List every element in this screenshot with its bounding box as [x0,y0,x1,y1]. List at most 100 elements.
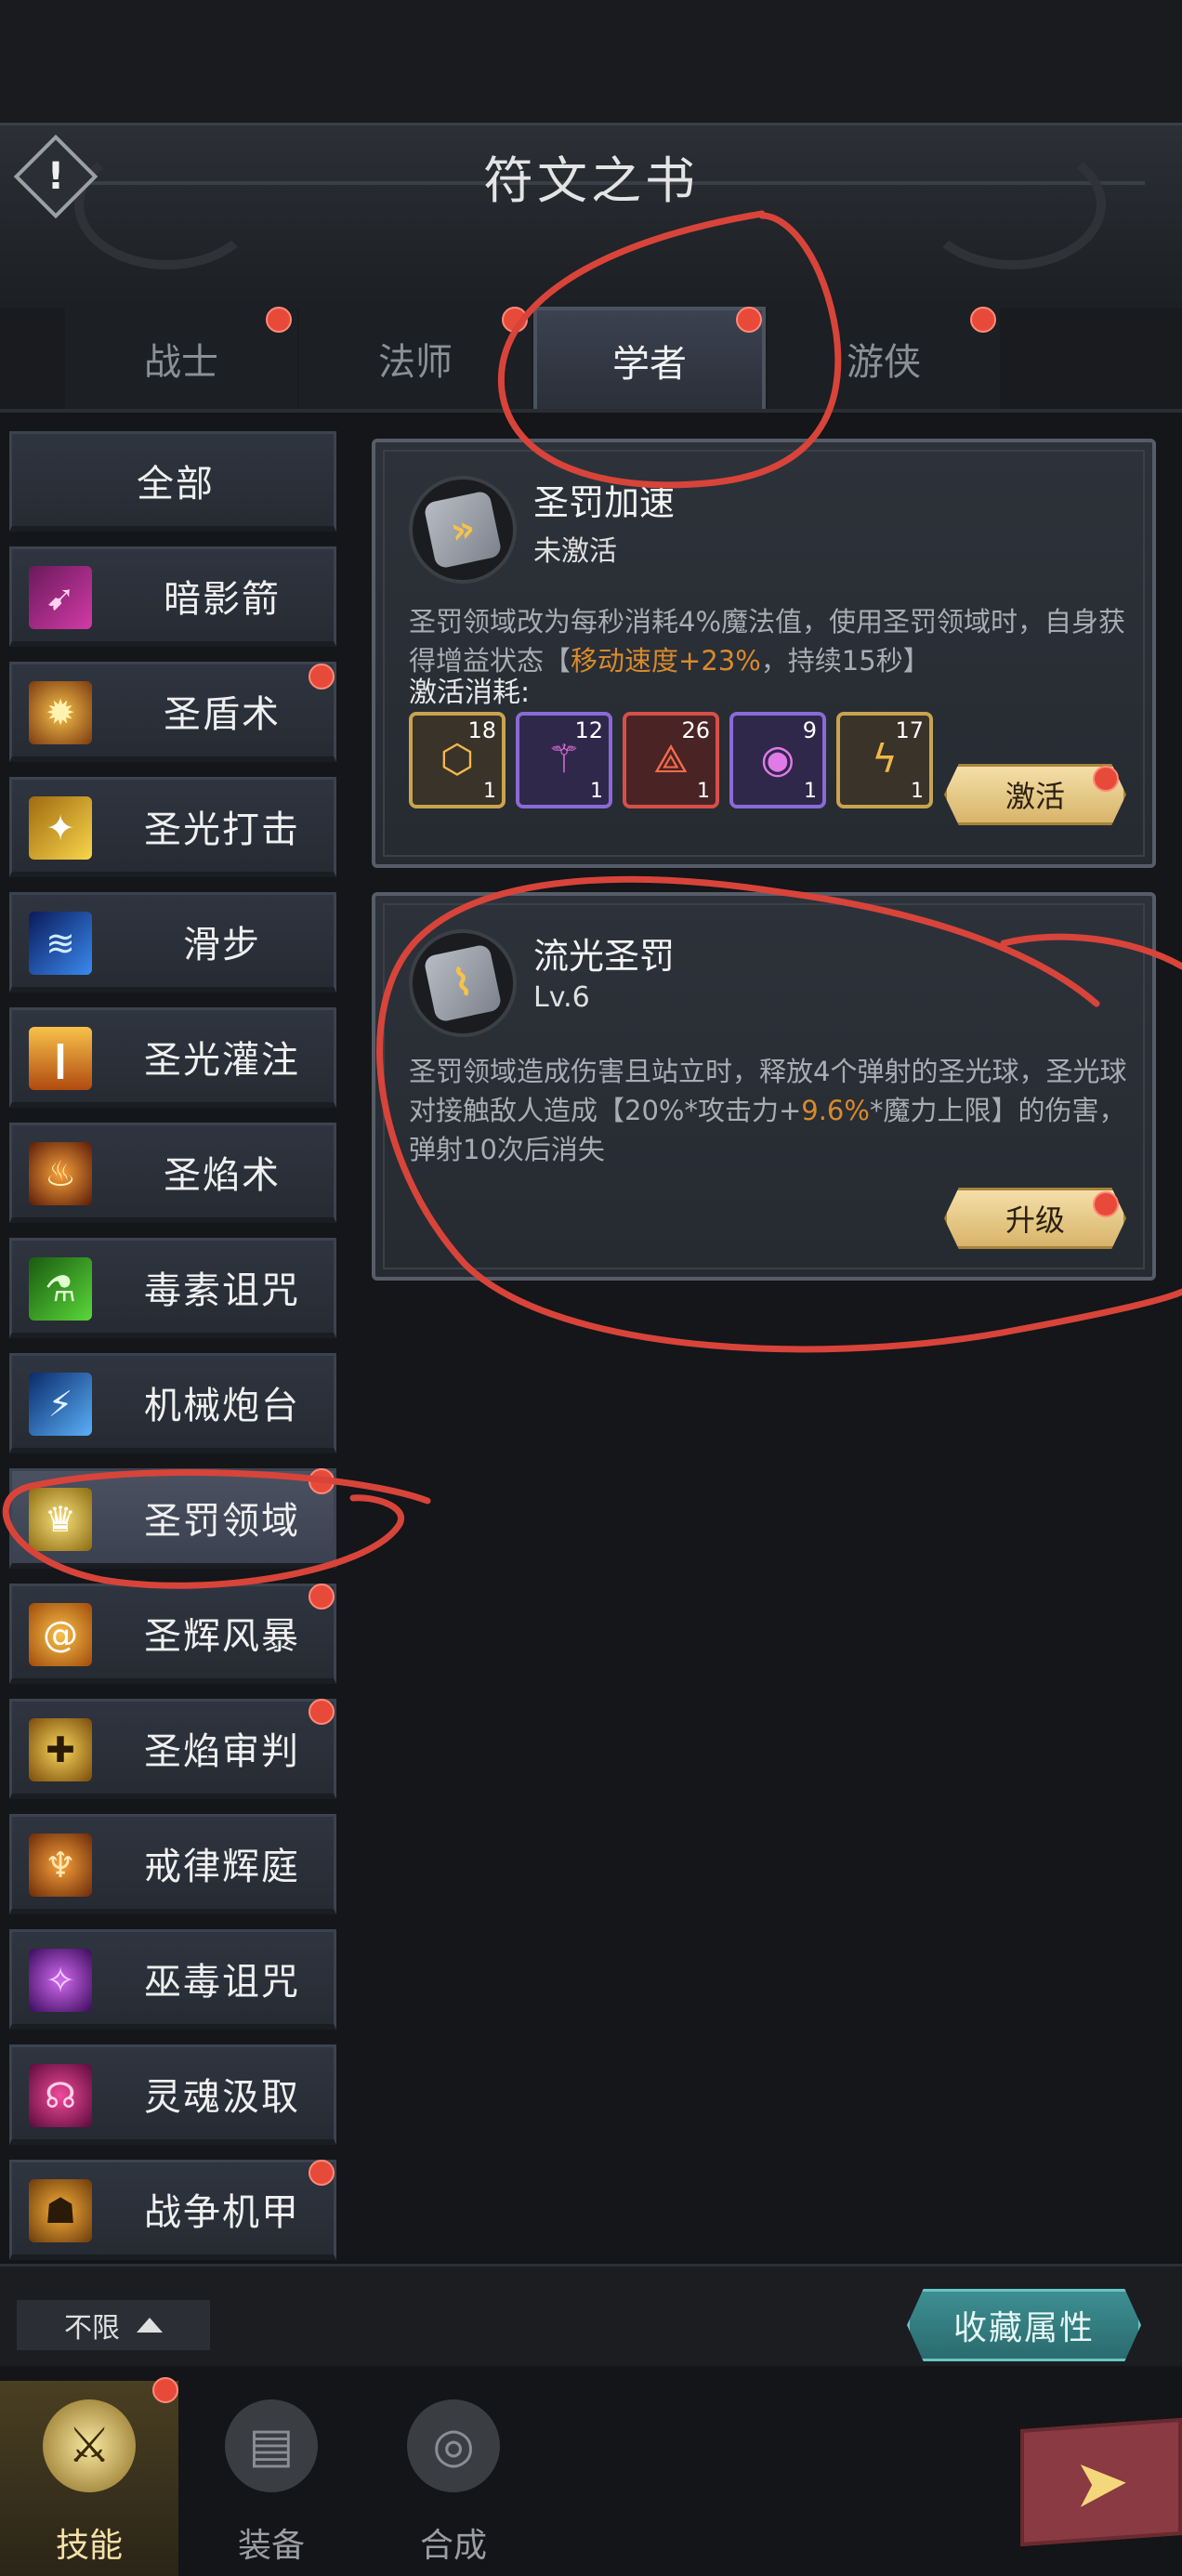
notification-dot [309,1468,335,1494]
sidebar-item-poison-curse[interactable]: ⚗ 毒素诅咒 [9,1238,336,1338]
collect-attributes-button[interactable]: 收藏属性 [907,2289,1141,2361]
rune-icon: ⌇ [409,929,517,1037]
sidebar-item-label: 巫毒诅咒 [144,1961,300,2004]
material-owned: 1 [697,780,710,803]
rune-card-streaming-holy-punish: ⌇ 流光圣罚 Lv.6 圣罚领域造成伤害且站立时，释放4个弹射的圣光球，圣光球对… [372,892,1156,1281]
notification-dot [970,307,996,333]
equipment-icon: ▤ [225,2399,318,2492]
sidebar-item-label: 圣焰审判 [144,1730,300,1773]
holy-flame-icon: ♨ [29,1142,92,1205]
slide-step-icon: ≋ [29,912,92,975]
holy-shield-icon: ✹ [29,681,92,744]
sidebar-item-label: 灵魂汲取 [144,2076,300,2119]
material-owned: 1 [804,780,817,803]
holy-storm-icon: @ [29,1603,92,1666]
sidebar-item-soul-drain[interactable]: ☊ 灵魂汲取 [9,2044,336,2145]
sidebar-item-all[interactable]: 全部 [9,431,336,532]
desc-text: ，持续15秒】 [760,645,930,677]
holy-judgement-icon: ✚ [29,1718,92,1781]
synthesis-icon: ◎ [407,2399,500,2492]
nav-tab-skills[interactable]: ⚔ 技能 [0,2381,178,2576]
sword-skill-icon: ⚔ [43,2399,136,2492]
shadow-arrow-icon: ➹ [29,566,92,629]
notification-dot [152,2377,178,2403]
notification-dot [502,307,528,333]
material-slot[interactable]: ⬡ 18 1 [409,712,506,808]
nav-tab-label: 装备 [237,2527,305,2565]
sidebar-item-label: 滑步 [183,924,261,966]
material-slot[interactable]: ⟁ 26 1 [623,712,719,808]
sidebar-item-holy-storm[interactable]: @ 圣辉风暴 [9,1584,336,1684]
sidebar-item-discipline-court[interactable]: ♆ 戒律辉庭 [9,1814,336,1914]
sidebar-item-holy-infusion[interactable]: ❙ 圣光灌注 [9,1007,336,1108]
filter-bar: 不限 收藏属性 [0,2264,1182,2366]
tab-ranger[interactable]: 游侠 [768,307,1000,411]
skill-sidebar: 全部 ➹ 暗影箭 ✹ 圣盾术 ✦ 圣光打击 ≋ 滑步 ❙ 圣光灌注 ♨ 圣焰术 … [9,431,336,2262]
material-required: 18 [467,717,496,743]
notification-dot [309,2160,335,2186]
mech-turret-icon: ⚡ [29,1373,92,1436]
voodoo-curse-icon: ✧ [29,1949,92,2012]
material-required: 26 [681,717,710,743]
sidebar-item-voodoo-curse[interactable]: ✧ 巫毒诅咒 [9,1929,336,2030]
notification-dot [736,307,762,333]
rune-name: 圣罚加速 [533,482,676,523]
rune-stone-icon: » [423,490,503,570]
material-slot[interactable]: ⚚ 12 1 [516,712,612,808]
notification-dot [1093,766,1119,792]
sidebar-item-label: 毒素诅咒 [144,1269,300,1312]
sidebar-item-holy-strike[interactable]: ✦ 圣光打击 [9,777,336,877]
desc-highlight: 9.6% [801,1095,870,1126]
holy-strike-icon: ✦ [29,796,92,860]
sidebar-item-label: 圣盾术 [164,693,281,736]
material-required: 9 [802,717,817,743]
sidebar-item-label: 圣罚领域 [144,1500,300,1543]
sidebar-item-holy-judgement[interactable]: ✚ 圣焰审判 [9,1699,336,1799]
rune-card-holy-punish-haste: » 圣罚加速 未激活 圣罚领域改为每秒消耗4%魔法值，使用圣罚领域时，自身获得增… [372,439,1156,868]
notification-dot [1093,1191,1119,1217]
material-owned: 1 [911,780,924,803]
nav-tab-equipment[interactable]: ▤ 装备 [182,2381,361,2576]
nav-tab-label: 技能 [55,2527,123,2565]
sidebar-item-label: 暗影箭 [164,578,281,621]
sidebar-item-shadow-arrow[interactable]: ➹ 暗影箭 [9,546,336,647]
sidebar-item-holy-punish-field[interactable]: ♛ 圣罚领域 [9,1468,336,1569]
tab-scholar[interactable]: 学者 [533,307,766,411]
sidebar-item-war-mech[interactable]: ☗ 战争机甲 [9,2160,336,2260]
war-mech-icon: ☗ [29,2179,92,2242]
tab-mage[interactable]: 法师 [299,307,532,411]
rune-icon: » [409,476,517,584]
sidebar-item-label: 圣焰术 [164,1154,281,1197]
bottom-nav: ⚔ 技能 ▤ 装备 ◎ 合成 [0,2366,1182,2576]
sidebar-item-label: 圣辉风暴 [144,1615,300,1658]
nav-tab-label: 合成 [419,2527,487,2565]
notification-dot [309,1699,335,1725]
sidebar-item-label: 戒律辉庭 [144,1846,300,1888]
next-page-button[interactable]: ➤ [1020,2417,1182,2547]
sidebar-item-label: 机械炮台 [144,1385,300,1427]
poison-curse-icon: ⚗ [29,1257,92,1321]
sidebar-item-holy-shield[interactable]: ✹ 圣盾术 [9,662,336,762]
arrow-right-icon: ➤ [1072,2440,1130,2524]
material-owned: 1 [483,780,496,803]
class-tabs: 战士 法师 学者 游侠 [65,307,1000,411]
divider [0,409,1182,413]
rune-level: Lv.6 [533,981,590,1014]
material-required: 12 [574,717,603,743]
sidebar-item-slide-step[interactable]: ≋ 滑步 [9,892,336,992]
sidebar-item-holy-flame[interactable]: ♨ 圣焰术 [9,1123,336,1223]
filter-dropdown[interactable]: 不限 [17,2300,210,2350]
material-slot[interactable]: ϟ 17 1 [836,712,933,808]
sidebar-item-mech-turret[interactable]: ⚡ 机械炮台 [9,1353,336,1453]
sidebar-item-label: 战争机甲 [144,2191,300,2234]
nav-tab-synthesis[interactable]: ◎ 合成 [364,2381,543,2576]
notification-dot [266,307,292,333]
material-slot[interactable]: ◉ 9 1 [729,712,826,808]
filter-value: 不限 [64,2312,120,2345]
chevron-up-icon [137,2318,163,2333]
notification-dot [309,664,335,690]
holy-punish-field-icon: ♛ [29,1488,92,1551]
tab-warrior[interactable]: 战士 [65,307,297,411]
rune-description: 圣罚领域造成伤害且站立时，释放4个弹射的圣光球，圣光球对接触敌人造成【20%*攻… [409,1052,1143,1169]
rune-status: 未激活 [533,535,617,568]
